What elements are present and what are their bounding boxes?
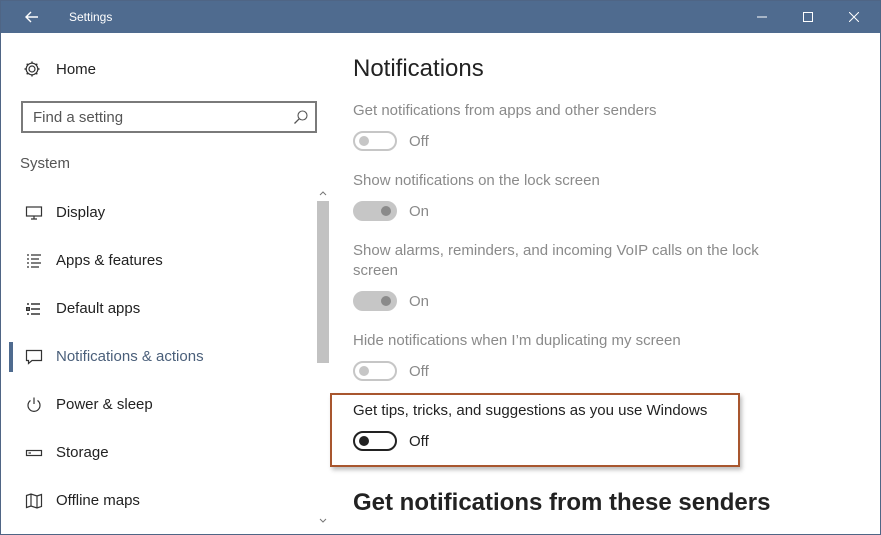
sidebar-scrollbar[interactable]: [317, 187, 329, 527]
toggle-knob: [359, 366, 369, 376]
setting-label: Get notifications from apps and other se…: [353, 102, 657, 119]
setting-alarms-lock-screen: Show alarms, reminders, and incoming VoI…: [353, 241, 773, 311]
sidebar-item-display[interactable]: Display: [9, 189, 315, 237]
home-label: Home: [56, 60, 97, 78]
sidebar-item-label: Default apps: [56, 300, 141, 317]
toggle-knob: [381, 296, 391, 306]
default-apps-icon: [24, 299, 44, 319]
toggle-knob: [359, 136, 369, 146]
setting-lock-screen-notifications: Show notifications on the lock screen On: [353, 171, 773, 221]
sidebar-item-label: Notifications & actions: [56, 348, 204, 365]
toggle-knob: [381, 206, 391, 216]
sidebar-item-label: Offline maps: [56, 492, 140, 509]
sidebar-nav: Display Apps & features Default apps Not…: [9, 189, 315, 525]
sidebar-item-label: Apps & features: [56, 252, 163, 269]
toggle-switch[interactable]: [353, 131, 397, 151]
sidebar-item-label: Power & sleep: [56, 396, 153, 413]
home-link[interactable]: Home: [21, 55, 96, 83]
selection-indicator: [9, 342, 13, 372]
sidebar-item-label: Storage: [56, 444, 109, 461]
close-icon: [849, 12, 859, 22]
toggle-state: On: [409, 292, 430, 310]
sidebar-item-apps-features[interactable]: Apps & features: [9, 237, 315, 285]
close-button[interactable]: [831, 1, 877, 33]
sidebar-item-label: Display: [56, 204, 106, 221]
sidebar-item-power-sleep[interactable]: Power & sleep: [9, 381, 315, 429]
toggle-state: On: [409, 202, 430, 220]
setting-label: Hide notifications when I’m duplicating …: [353, 332, 681, 349]
sidebar-item-offline-maps[interactable]: Offline maps: [9, 477, 315, 525]
toggle-switch[interactable]: [353, 291, 397, 311]
setting-label: Show notifications on the lock screen: [353, 172, 600, 189]
section-title: System: [20, 155, 71, 172]
maximize-button[interactable]: [785, 1, 831, 33]
window-title: Settings: [69, 10, 113, 24]
back-button[interactable]: [1, 1, 63, 33]
power-icon: [24, 395, 44, 415]
setting-app-notifications: Get notifications from apps and other se…: [353, 101, 773, 151]
sidebar: Home System Display Apps & features: [9, 33, 331, 534]
setting-hide-when-duplicating: Hide notifications when I’m duplicating …: [353, 331, 773, 381]
display-icon: [24, 203, 44, 223]
scroll-down-arrow-icon[interactable]: [317, 515, 329, 527]
gear-icon: [21, 58, 43, 80]
toggle-row: On: [353, 201, 429, 221]
page-title: Notifications: [353, 55, 484, 82]
toggle-row: Off: [353, 131, 429, 151]
search-box[interactable]: [21, 101, 317, 133]
search-input[interactable]: [33, 107, 283, 127]
maximize-icon: [803, 12, 813, 22]
minimize-icon: [757, 16, 767, 18]
notifications-icon: [24, 347, 44, 367]
toggle-row: On: [353, 291, 429, 311]
setting-label: Show alarms, reminders, and incoming VoI…: [353, 242, 759, 279]
minimize-button[interactable]: [739, 1, 785, 33]
storage-icon: [24, 443, 44, 463]
toggle-row: Off: [353, 361, 429, 381]
scroll-thumb[interactable]: [317, 201, 329, 363]
search-icon[interactable]: [293, 109, 309, 125]
sidebar-item-default-apps[interactable]: Default apps: [9, 285, 315, 333]
senders-heading: Get notifications from these senders: [353, 489, 771, 516]
toggle-switch[interactable]: [353, 201, 397, 221]
settings-window: Settings Home Find a setting System Disp…: [0, 0, 881, 535]
toggle-state: Off: [409, 362, 429, 380]
toggle-state: Off: [409, 132, 429, 150]
sidebar-item-notifications-actions[interactable]: Notifications & actions: [9, 333, 315, 381]
sidebar-item-storage[interactable]: Storage: [9, 429, 315, 477]
highlight-box: [330, 393, 740, 467]
map-icon: [24, 491, 44, 511]
scroll-up-arrow-icon[interactable]: [317, 187, 329, 199]
back-arrow-icon: [25, 11, 38, 23]
toggle-switch[interactable]: [353, 361, 397, 381]
apps-list-icon: [24, 251, 44, 271]
title-bar: Settings: [1, 1, 880, 33]
